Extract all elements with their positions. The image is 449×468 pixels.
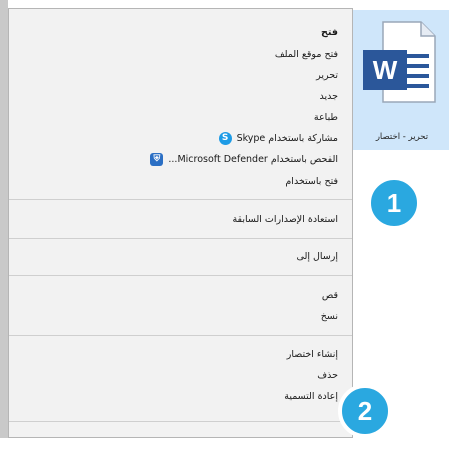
- menu-separator: [9, 421, 352, 422]
- menu-item-open-file-location[interactable]: فتح موقع الملف: [275, 45, 338, 65]
- callout-badge-1: 1: [367, 176, 421, 230]
- skype-icon: S: [218, 132, 232, 145]
- menu-item-restore-versions[interactable]: استعادة الإصدارات السابقة: [232, 210, 338, 230]
- menu-item-new[interactable]: جديد: [320, 87, 339, 107]
- menu-item-open[interactable]: فتح: [321, 23, 338, 43]
- menu-item-share-skype[interactable]: مشاركة باستخدام Skype S: [218, 129, 338, 149]
- file-name: تحرير - اختصار: [375, 132, 429, 142]
- callout-badge-2: 2: [338, 384, 392, 438]
- menu-item-scan-defender[interactable]: الفحص باستخدام Microsoft Defender... ⛨: [150, 150, 338, 170]
- menu-item-copy[interactable]: نسخ: [321, 307, 338, 327]
- menu-item-rename[interactable]: إعادة التسمية: [284, 387, 338, 407]
- defender-icon: ⛨: [150, 153, 164, 166]
- menu-separator: [9, 199, 352, 200]
- menu-item-label: الفحص باستخدام Microsoft Defender...: [168, 154, 338, 165]
- file-item[interactable]: W تحرير - اختصار: [353, 10, 449, 150]
- menu-separator: [9, 335, 352, 336]
- svg-text:W: W: [373, 55, 398, 85]
- menu-separator: [9, 275, 352, 276]
- word-document-icon: W: [363, 21, 436, 103]
- menu-item-delete[interactable]: حذف: [317, 366, 338, 386]
- menu-item-edit[interactable]: تحرير: [316, 66, 338, 86]
- menu-separator: [9, 238, 352, 239]
- menu-item-create-shortcut[interactable]: إنشاء اختصار: [287, 345, 338, 365]
- menu-item-send-to[interactable]: إرسال إلى: [297, 247, 338, 267]
- window-edge: [0, 0, 8, 468]
- menu-item-open-with[interactable]: فتح باستخدام: [285, 172, 338, 192]
- menu-item-cut[interactable]: قص: [322, 286, 338, 306]
- desktop-background: [0, 438, 449, 468]
- menu-item-label: مشاركة باستخدام Skype: [236, 133, 338, 144]
- context-menu: فتح فتح موقع الملف تحرير جديد طباعة مشار…: [8, 8, 353, 438]
- menu-item-print[interactable]: طباعة: [314, 108, 338, 128]
